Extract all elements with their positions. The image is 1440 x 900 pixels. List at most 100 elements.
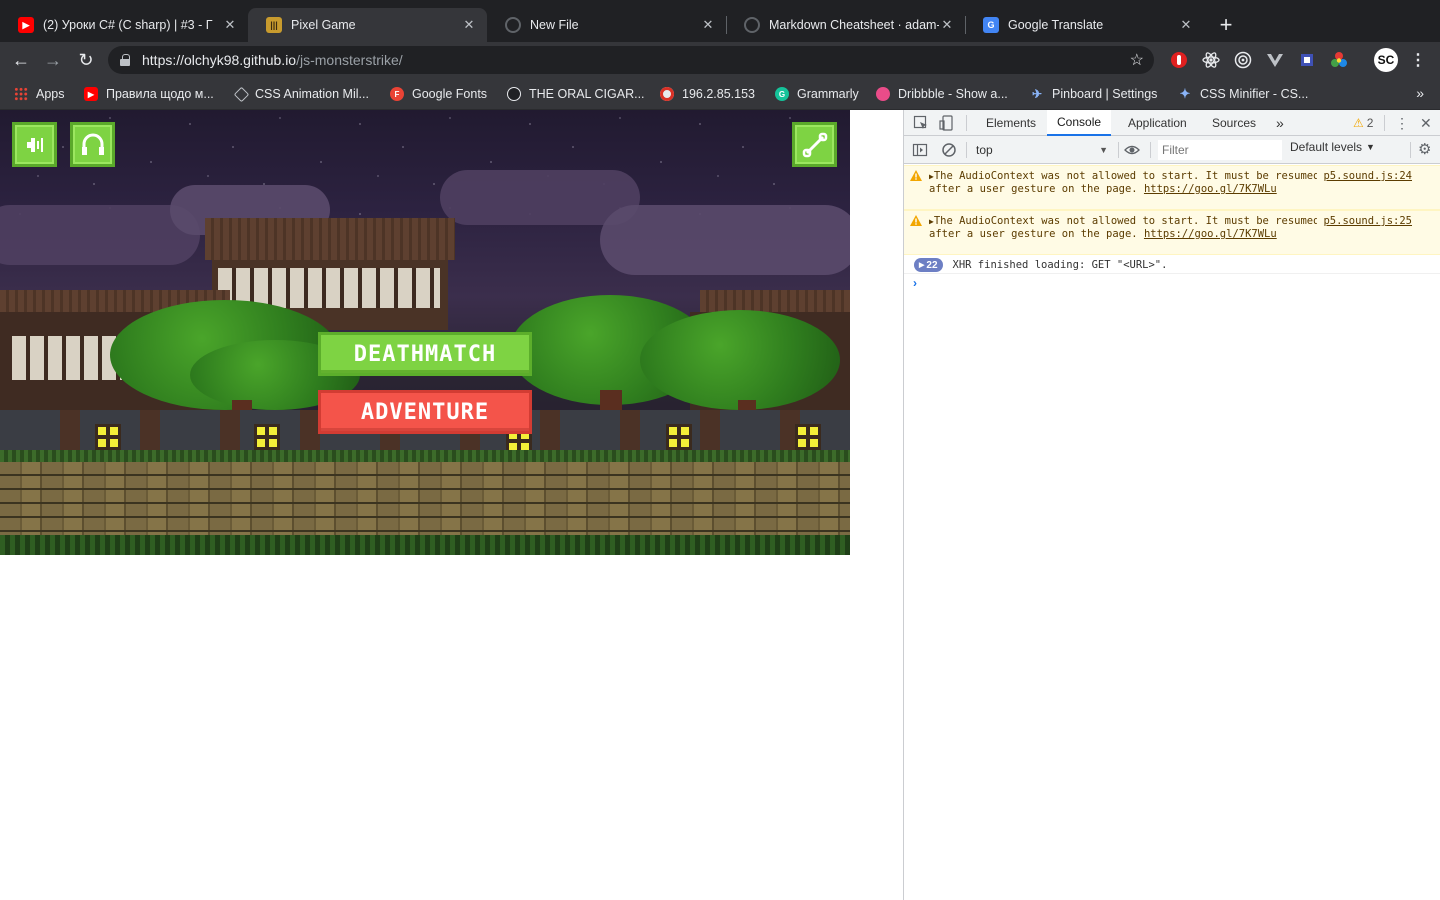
clear-console-icon[interactable] [941, 142, 957, 158]
bookmark-youtube-rules[interactable]: ▶ Правила щодо м... [84, 84, 214, 104]
tab-elements[interactable]: Elements [984, 110, 1038, 136]
tab-sources[interactable]: Sources [1210, 110, 1258, 136]
console-filter-input[interactable] [1158, 140, 1282, 160]
close-tab-icon[interactable]: ✕ [939, 17, 955, 33]
color-picker-icon[interactable] [1329, 50, 1349, 70]
css-minifier-icon: ✦ [1179, 86, 1191, 101]
close-tab-icon[interactable]: ✕ [461, 17, 477, 33]
window-resizer-icon[interactable] [1297, 50, 1317, 70]
new-tab-button[interactable]: + [1214, 12, 1238, 37]
bookmark-dribbble[interactable]: Dribbble - Show a... [876, 84, 1008, 104]
close-tab-icon[interactable]: ✕ [1178, 17, 1194, 33]
device-toolbar-icon[interactable] [939, 115, 955, 131]
vue-devtools-icon[interactable] [1265, 50, 1285, 70]
youtube-icon: ▶ [18, 17, 34, 33]
bookmark-star-icon[interactable]: ☆ [1130, 50, 1144, 70]
more-bookmarks-chevron-icon[interactable]: » [1416, 85, 1424, 101]
bookmark-ip-address[interactable]: 196.2.85.153 [660, 84, 755, 104]
live-expression-eye-icon[interactable] [1124, 142, 1140, 158]
console-prompt-chevron-icon[interactable]: › [913, 276, 917, 290]
grammarly-icon: G [775, 87, 789, 101]
grass-bottom [0, 535, 850, 555]
devtools-tab-bar: Elements Console Application Sources » ⚠… [904, 110, 1440, 136]
sound-toggle-button[interactable] [12, 122, 57, 167]
page-viewport: DEATHMATCH ADVENTURE [0, 110, 903, 900]
close-tab-icon[interactable]: ✕ [700, 17, 716, 33]
cloud [600, 205, 850, 275]
target-extension-icon[interactable] [1233, 50, 1253, 70]
link-button[interactable] [792, 122, 837, 167]
tab-new-file[interactable]: New File ✕ [487, 8, 726, 42]
deathmatch-button[interactable]: DEATHMATCH [318, 332, 532, 376]
console-warning-message[interactable]: ▶The AudioContext was not allowed to sta… [904, 210, 1440, 255]
bookmark-label: Dribbble - Show a... [898, 87, 1008, 101]
console-settings-gear-icon[interactable]: ⚙ [1418, 140, 1431, 158]
bookmark-oral-cigar[interactable]: THE ORAL CIGAR... [507, 84, 645, 104]
bookmark-label: CSS Minifier - CS... [1200, 87, 1309, 101]
inspect-element-icon[interactable] [913, 115, 929, 131]
music-toggle-button[interactable] [70, 122, 115, 167]
chrome-menu-icon[interactable]: ⋮ [1408, 50, 1428, 70]
console-warning-message[interactable]: ▶The AudioContext was not allowed to sta… [904, 165, 1440, 210]
bookmark-apps[interactable]: Apps [14, 84, 65, 104]
adblock-extension-icon[interactable] [1169, 50, 1189, 70]
show-sidebar-icon[interactable] [912, 142, 928, 158]
tab-title: (2) Уроки C# (C sharp) | #3 - Г [43, 18, 213, 32]
dribbble-icon [876, 87, 890, 101]
more-tabs-chevron-icon[interactable]: » [1274, 110, 1286, 136]
bookmark-label: Google Fonts [412, 87, 488, 101]
adventure-button[interactable]: ADVENTURE [318, 390, 532, 434]
console-toolbar: top ▼ Default levels ▼ ⚙ [904, 136, 1440, 164]
bookmark-grammarly[interactable]: G Grammarly [775, 84, 859, 104]
bookmark-label: 196.2.85.153 [682, 87, 755, 101]
github-icon [744, 17, 760, 33]
url-text: https://olchyk98.github.io/js-monsterstr… [142, 52, 403, 68]
tree [640, 310, 840, 410]
tab-pixel-game[interactable]: ||| Pixel Game ✕ [248, 8, 487, 42]
game-canvas[interactable]: DEATHMATCH ADVENTURE [0, 110, 850, 555]
smile-icon [507, 87, 521, 101]
tab-youtube[interactable]: ▶ (2) Уроки C# (C sharp) | #3 - Г ✕ [0, 8, 248, 42]
bookmark-css-animation[interactable]: CSS Animation Mil... [233, 84, 369, 104]
lit-window [795, 424, 821, 450]
dropdown-caret-icon: ▼ [1366, 142, 1375, 152]
expand-triangle-icon: ▶ [919, 261, 925, 269]
bookmark-label: Grammarly [797, 87, 859, 101]
bookmark-css-minifier[interactable]: ✦ CSS Minifier - CS... [1178, 84, 1309, 104]
github-icon [505, 17, 521, 33]
close-devtools-icon[interactable]: ✕ [1418, 110, 1434, 136]
message-link[interactable]: https://goo.gl/7K7WLu [1144, 228, 1277, 240]
close-tab-icon[interactable]: ✕ [222, 17, 238, 33]
react-devtools-icon[interactable] [1201, 50, 1221, 70]
tab-application[interactable]: Application [1126, 110, 1189, 136]
tab-title: Markdown Cheatsheet · adam- [769, 18, 939, 32]
profile-avatar[interactable]: SC [1374, 48, 1398, 72]
address-bar[interactable]: https://olchyk98.github.io/js-monsterstr… [108, 46, 1154, 74]
console-xhr-message[interactable]: ▶ 22 XHR finished loading: GET "<URL>". [904, 256, 1440, 274]
link-icon [802, 132, 827, 157]
back-button[interactable]: ← [8, 47, 34, 73]
tab-console[interactable]: Console [1047, 110, 1112, 136]
tab-title: New File [530, 18, 579, 32]
repeat-count-badge[interactable]: ▶ 22 [914, 258, 943, 272]
bookmark-label: Pinboard | Settings [1052, 87, 1158, 101]
devtools-panel: Elements Console Application Sources » ⚠… [903, 110, 1440, 900]
toolbar-divider [966, 115, 967, 131]
message-source-link[interactable]: p5.sound.js:25 [1317, 215, 1412, 228]
message-link[interactable]: https://goo.gl/7K7WLu [1144, 183, 1277, 195]
toolbar-divider [966, 142, 967, 158]
context-selector[interactable]: top ▼ [976, 140, 1112, 160]
bookmark-pinboard[interactable]: ✈ Pinboard | Settings [1030, 84, 1157, 104]
bookmark-label: Apps [36, 87, 65, 101]
warnings-counter[interactable]: ⚠ 2 [1351, 110, 1375, 136]
google-translate-icon: G [983, 17, 999, 33]
log-levels-dropdown[interactable]: Default levels ▼ [1290, 140, 1375, 154]
bookmark-google-fonts[interactable]: F Google Fonts [390, 84, 487, 104]
tab-markdown-cheatsheet[interactable]: Markdown Cheatsheet · adam- ✕ [726, 8, 965, 42]
devtools-menu-icon[interactable]: ⋮ [1393, 110, 1411, 136]
tab-google-translate[interactable]: G Google Translate ✕ [965, 8, 1204, 42]
game-icon: ||| [266, 17, 282, 33]
reload-button[interactable]: ↻ [73, 47, 99, 73]
message-source-link[interactable]: p5.sound.js:24 [1317, 170, 1412, 183]
forward-button[interactable]: → [40, 47, 66, 73]
